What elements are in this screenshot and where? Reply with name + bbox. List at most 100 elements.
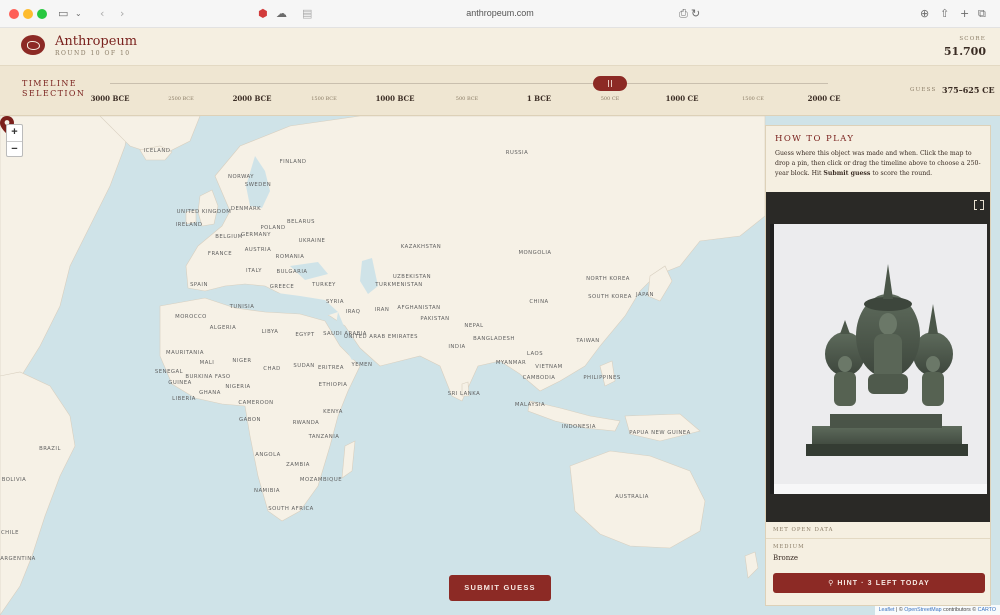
map-label: DENMARK: [230, 206, 262, 212]
timeline-tick[interactable]: 1000 CE: [666, 94, 699, 103]
forward-icon[interactable]: ›: [120, 7, 124, 21]
share-icon[interactable]: ⇧: [940, 7, 949, 21]
timeline-tick[interactable]: 2000 BCE: [233, 94, 272, 103]
maximize-window-button[interactable]: [37, 9, 47, 19]
openstreetmap-link[interactable]: OpenStreetMap: [904, 607, 941, 613]
map-label: BANGLADESH: [473, 336, 515, 342]
zoom-control: + −: [6, 124, 23, 157]
map-label: GERMANY: [240, 232, 272, 238]
shield-icon[interactable]: ⬢: [258, 7, 268, 21]
map-label: GABON: [239, 417, 261, 423]
submit-guess-button[interactable]: SUBMIT GUESS: [449, 575, 551, 601]
tabs-icon[interactable]: ⧉: [978, 7, 986, 21]
map-label: INDONESIA: [561, 424, 597, 430]
map-label: PHILIPPINES: [583, 375, 621, 381]
medium-value: Bronze: [773, 554, 799, 562]
map-label: EGYPT: [295, 332, 315, 338]
bronze-sculpture-image: [770, 224, 987, 494]
browser-toolbar: ▭ ⌄ ‹ › ⬢ ☁ ▤ anthropeum.com ⎙ ↻ ⊕ ⇧ + ⧉: [0, 0, 1000, 28]
score-label: SCORE: [959, 36, 986, 42]
anthropeum-logo-icon[interactable]: [21, 35, 45, 55]
timeline-tick[interactable]: 500 CE: [601, 96, 620, 102]
map-label: ETHIOPIA: [318, 382, 348, 388]
round-indicator: ROUND 10 OF 10: [55, 50, 131, 57]
map-label: BOLIVIA: [1, 477, 27, 483]
map-attribution: Leaflet | © OpenStreetMap contributors ©…: [874, 605, 1000, 615]
zoom-out-button[interactable]: −: [7, 141, 22, 157]
map-label: NAMIBIA: [253, 488, 281, 494]
map-label: IRAQ: [345, 309, 361, 315]
map-label: SPAIN: [190, 282, 208, 288]
how-to-play-text: Guess where this object was made and whe…: [775, 150, 981, 177]
map-label: CAMEROON: [238, 400, 274, 406]
map-label: GREECE: [269, 284, 295, 290]
timeline-selection[interactable]: TIMELINE SELECTION 3000 BCE 2500 BCE 200…: [0, 66, 1000, 116]
hint-button[interactable]: ⚲ HINT · 3 LEFT TODAY: [773, 573, 985, 593]
map-label: MAURITANIA: [166, 350, 204, 356]
map-label: BELGIUM: [215, 234, 243, 240]
map-label: MALAYSIA: [514, 402, 546, 408]
map-label: SOUTH AFRICA: [268, 506, 314, 512]
timeline-tick[interactable]: 2000 CE: [808, 94, 841, 103]
sidebar-icon[interactable]: ▭: [58, 7, 68, 21]
artifact-photo[interactable]: [770, 224, 987, 494]
chevron-down-icon[interactable]: ⌄: [75, 7, 82, 21]
reload-icon[interactable]: ↻: [691, 7, 700, 21]
zoom-in-button[interactable]: +: [7, 125, 22, 141]
reader-icon[interactable]: ▤: [302, 7, 312, 21]
map-label: TAIWAN: [576, 338, 600, 344]
map-label: ANGOLA: [255, 452, 281, 458]
timeline-handle[interactable]: [593, 76, 627, 91]
map-label: FRANCE: [207, 251, 233, 257]
map-label: MYANMAR: [495, 360, 527, 366]
map-label: PAPUA NEW GUINEA: [629, 430, 691, 436]
map-label: UNITED KINGDOM: [176, 209, 232, 215]
map-label: GHANA: [199, 390, 221, 396]
map-label: ROMANIA: [275, 254, 305, 260]
minimize-window-button[interactable]: [23, 9, 33, 19]
map-label: YEMEN: [351, 362, 373, 368]
map-label: PAKISTAN: [420, 316, 450, 322]
map-label: GUINEA: [168, 380, 192, 386]
timeline-track[interactable]: [110, 83, 828, 84]
carto-link[interactable]: CARTO: [978, 607, 996, 613]
map-label: MONGOLIA: [518, 250, 552, 256]
close-window-button[interactable]: [9, 9, 19, 19]
timeline-tick[interactable]: 500 BCE: [456, 96, 478, 102]
map-label: MALI: [199, 360, 215, 366]
map-label: LIBERIA: [172, 396, 196, 402]
app-header: Anthropeum ROUND 10 OF 10 SCORE 51.700: [0, 28, 1000, 66]
map-label: INDIA: [448, 344, 466, 350]
map-label: TANZANIA: [308, 434, 340, 440]
timeline-tick[interactable]: 1000 BCE: [376, 94, 415, 103]
map-label: NEPAL: [464, 323, 484, 329]
cloud-icon[interactable]: ☁: [276, 7, 287, 21]
map-label: ZAMBIA: [286, 462, 310, 468]
timeline-tick[interactable]: 1 BCE: [527, 94, 551, 103]
map-label: TURKMENISTAN: [375, 282, 423, 288]
map-label: KENYA: [323, 409, 343, 415]
translate-icon[interactable]: ⎙: [679, 7, 688, 21]
download-icon[interactable]: ⊕: [920, 7, 929, 21]
map-label: TURKEY: [312, 282, 336, 288]
address-bar[interactable]: anthropeum.com: [420, 8, 580, 18]
map-label: UZBEKISTAN: [392, 274, 432, 280]
map-label: SWEDEN: [244, 182, 272, 188]
back-icon[interactable]: ‹: [100, 7, 104, 21]
map-label: AFGHANISTAN: [397, 305, 441, 311]
timeline-tick[interactable]: 2500 BCE: [168, 96, 194, 102]
map-label: MOZAMBIQUE: [299, 477, 343, 483]
lightbulb-icon: ⚲: [828, 579, 835, 587]
timeline-tick[interactable]: 1500 CE: [742, 96, 764, 102]
score-value: 51.700: [943, 45, 986, 58]
leaflet-link[interactable]: Leaflet: [879, 607, 895, 613]
map-label: IRAN: [374, 307, 390, 313]
brand-name[interactable]: Anthropeum: [55, 34, 137, 49]
panel-divider: [766, 538, 990, 539]
timeline-tick[interactable]: 3000 BCE: [91, 94, 130, 103]
map-label: JAPAN: [635, 292, 655, 298]
artifact-image-frame: [766, 192, 990, 522]
timeline-tick[interactable]: 1500 BCE: [311, 96, 337, 102]
expand-icon[interactable]: [974, 199, 984, 210]
new-tab-icon[interactable]: +: [960, 7, 969, 21]
